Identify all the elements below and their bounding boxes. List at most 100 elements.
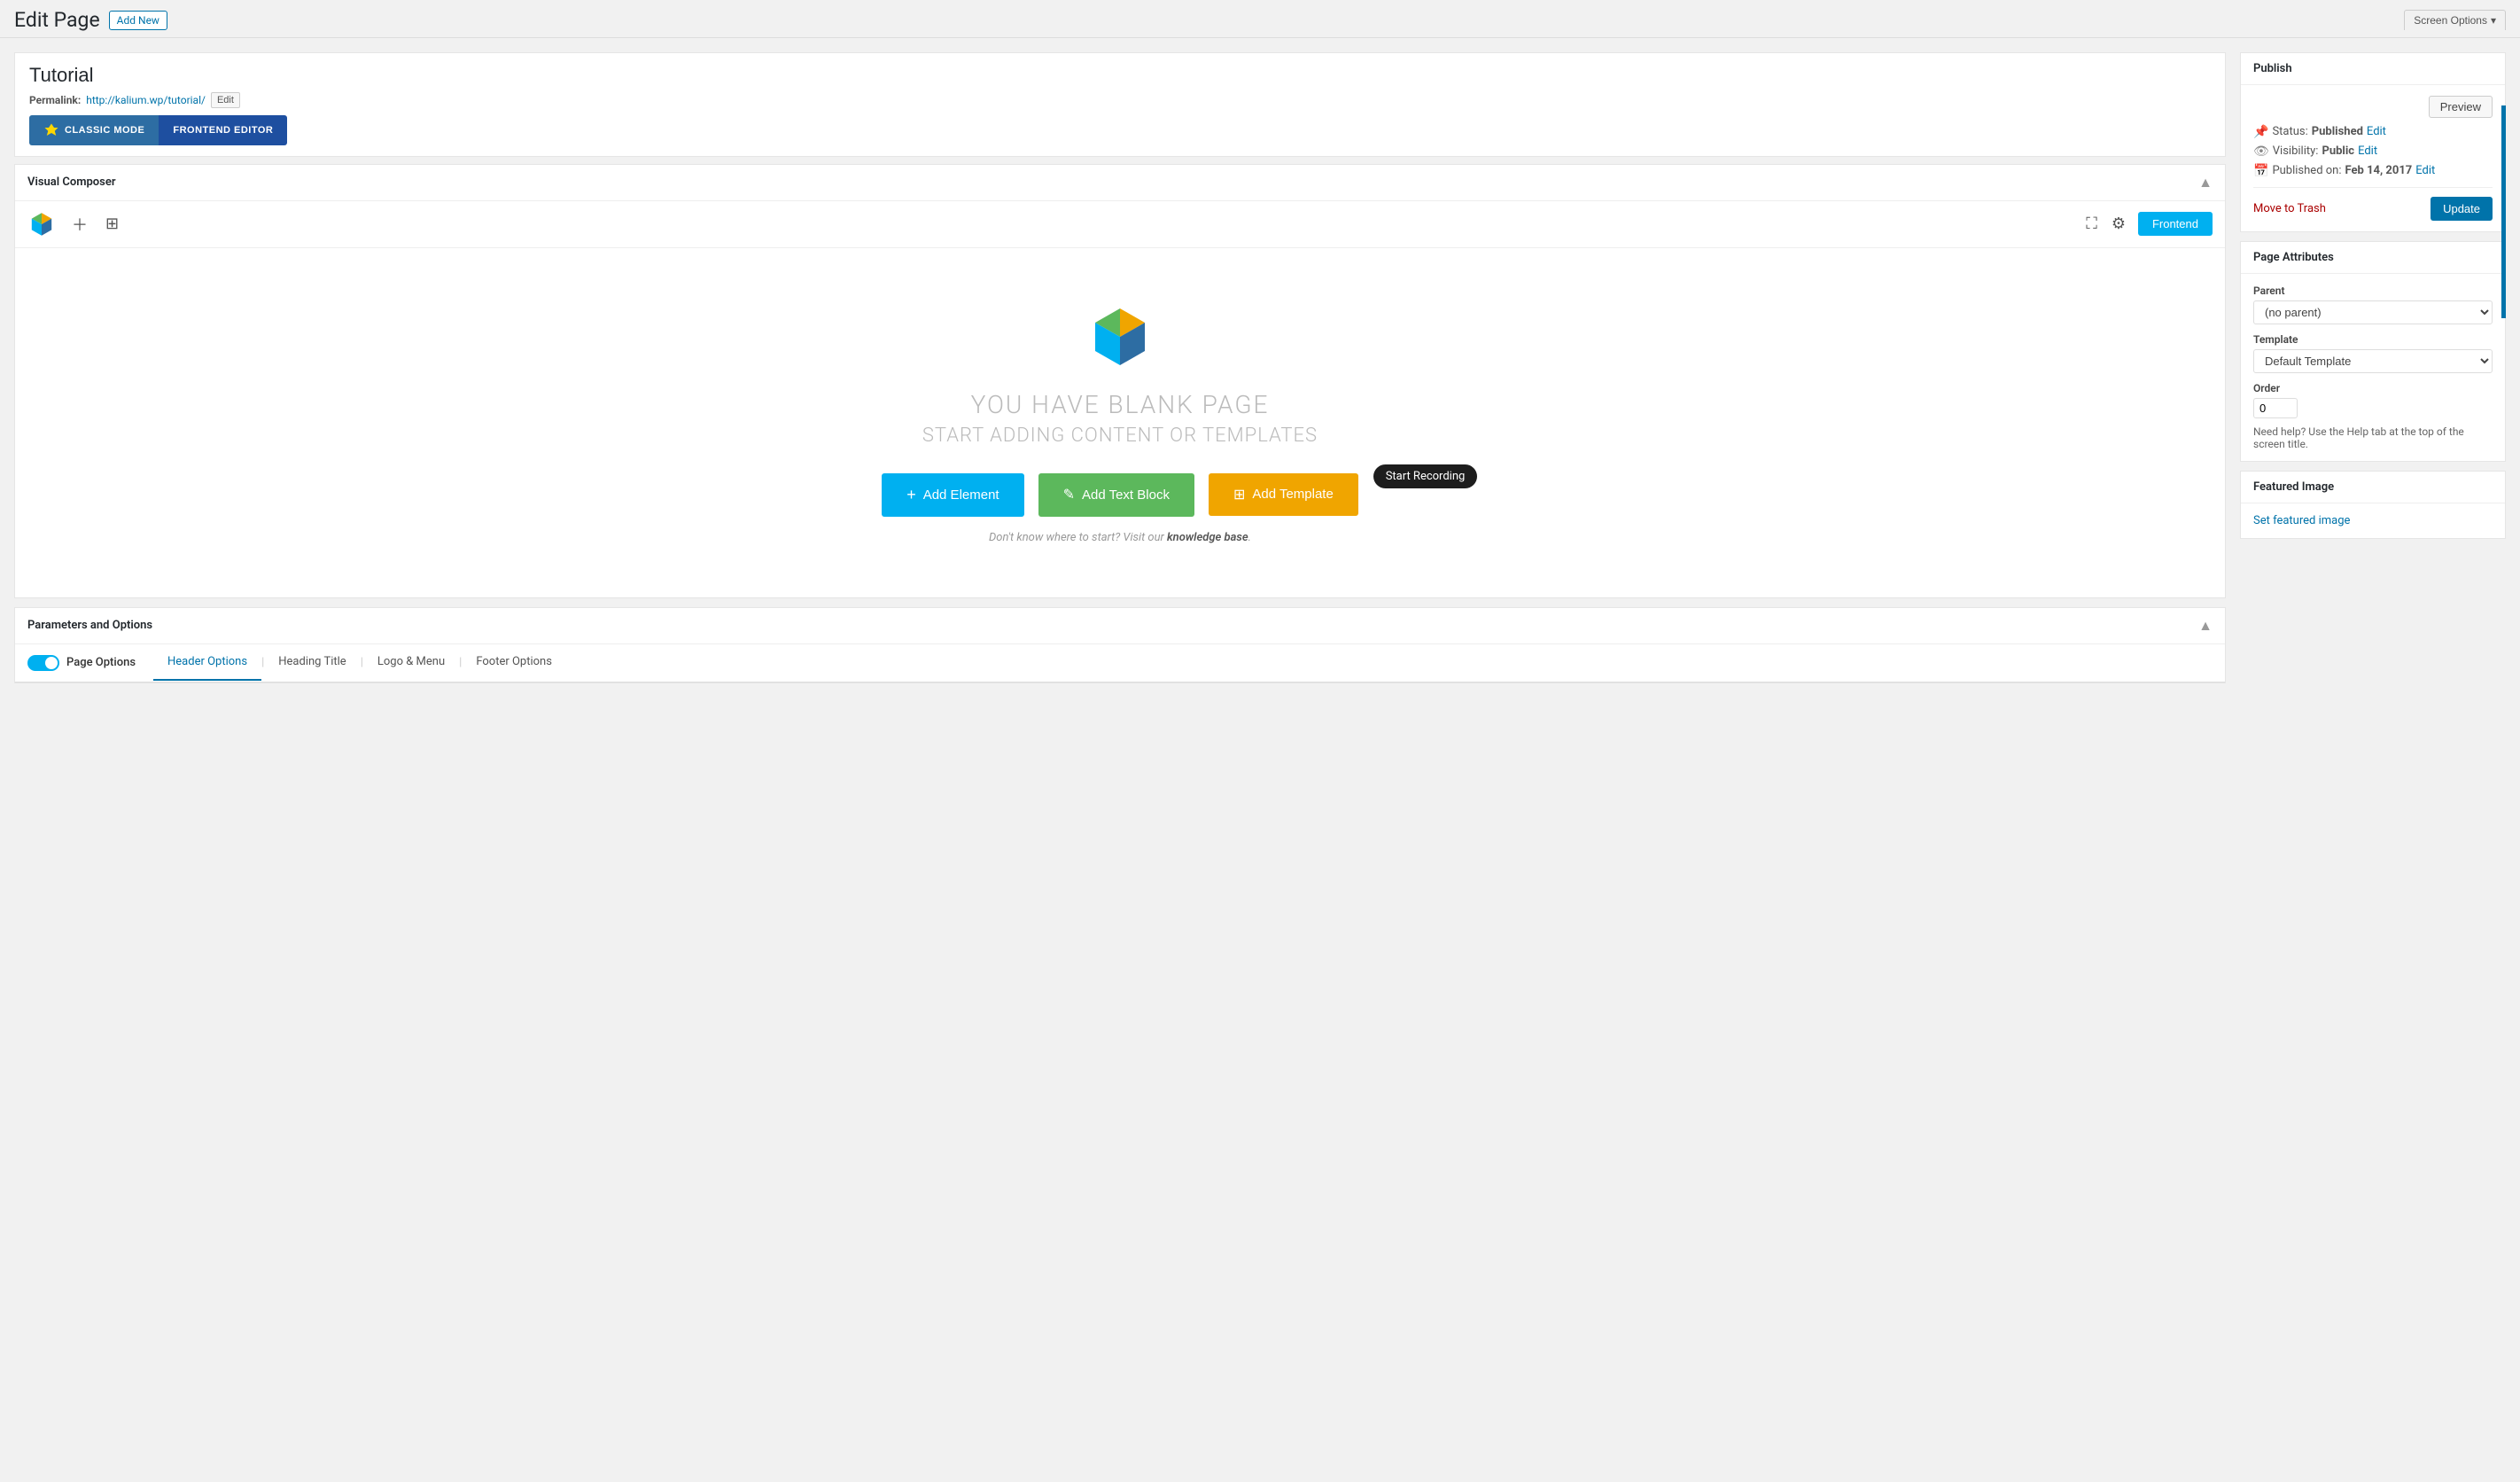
screen-options-label: Screen Options [2414, 14, 2487, 27]
update-button[interactable]: Update [2431, 197, 2493, 221]
sidebar-wrapper: Publish Preview 📌 Status: Published Edit [2240, 52, 2506, 539]
post-title-box: Permalink: http://kalium.wp/tutorial/ Ed… [14, 52, 2226, 157]
classic-mode-button[interactable]: CLASSIC MODE [29, 115, 159, 145]
order-label: Order [2253, 382, 2493, 394]
add-element-toolbar-button[interactable]: ＋ [70, 211, 89, 238]
publish-panel-header: Publish [2241, 53, 2505, 85]
featured-image-body: Set featured image [2241, 503, 2505, 538]
tab-footer-options[interactable]: Footer Options [462, 644, 566, 681]
add-text-icon: ✎ [1063, 486, 1075, 503]
vc-panel-header[interactable]: Visual Composer ▲ [15, 165, 2225, 201]
chevron-down-icon: ▾ [2491, 14, 2496, 27]
grid-view-button[interactable]: ⊞ [104, 213, 121, 235]
vc-cube-logo-icon [1085, 301, 1155, 372]
status-row: 📌 Status: Published Edit [2253, 125, 2493, 139]
knowledge-base-link[interactable]: knowledge base [1167, 531, 1248, 544]
toggle-thumb [45, 657, 58, 669]
page-attributes-body: Parent (no parent) Template Default Temp… [2241, 274, 2505, 461]
main-layout: Permalink: http://kalium.wp/tutorial/ Ed… [0, 38, 2520, 706]
preview-button[interactable]: Preview [2429, 96, 2493, 118]
help-text: Need help? Use the Help tab at the top o… [2253, 425, 2493, 450]
parent-label: Parent [2253, 285, 2493, 297]
published-label: Published on: [2272, 164, 2341, 177]
vc-empty-title: YOU HAVE BLANK PAGE [971, 390, 1270, 419]
tab-header-options[interactable]: Header Options [153, 644, 261, 681]
gear-icon: ⚙ [2112, 214, 2126, 232]
add-template-label: Add Template [1252, 487, 1333, 502]
published-date: Feb 14, 2017 [2345, 164, 2413, 177]
parameters-tabs: Page Options Header Options | Heading Ti… [15, 644, 2225, 682]
sidebar-blue-bar [2501, 105, 2506, 318]
page-options-toggle-row: Page Options [27, 644, 153, 682]
add-element-plus-icon: + [906, 486, 916, 504]
tab-logo-menu[interactable]: Logo & Menu [363, 644, 459, 681]
page-options-label: Page Options [66, 656, 136, 669]
fullscreen-icon: ⛶ [2086, 214, 2097, 232]
tab-heading-title[interactable]: Heading Title [264, 644, 360, 681]
add-text-label: Add Text Block [1082, 488, 1170, 503]
parameters-panel: Parameters and Options ▲ Page Options He… [14, 607, 2226, 683]
screen-options-button[interactable]: Screen Options ▾ [2404, 10, 2506, 30]
add-element-label: Add Element [923, 488, 999, 503]
tooltip-container: ⊞ Add Template Start Recording [1209, 473, 1358, 517]
fullscreen-button[interactable]: ⛶ [2084, 213, 2099, 235]
classic-mode-label: CLASSIC MODE [65, 125, 144, 136]
featured-image-panel: Featured Image Set featured image [2240, 471, 2506, 539]
vc-toolbar: ＋ ⊞ ⛶ ⚙ Frontend [15, 201, 2225, 248]
publish-btn-row: Move to Trash Update [2253, 187, 2493, 221]
permalink-row: Permalink: http://kalium.wp/tutorial/ Ed… [29, 92, 2211, 108]
template-select[interactable]: Default Template [2253, 349, 2493, 373]
order-input[interactable] [2253, 398, 2298, 418]
vc-toolbar-right: ⛶ ⚙ Frontend [2084, 212, 2213, 236]
add-element-button[interactable]: + Add Element [882, 473, 1023, 517]
featured-image-title: Featured Image [2253, 480, 2334, 494]
permalink-label: Permalink: [29, 94, 81, 106]
page-attributes-title: Page Attributes [2253, 251, 2334, 264]
mode-selector: CLASSIC MODE FRONTEND EDITOR [29, 115, 287, 145]
template-label: Template [2253, 333, 2493, 346]
help-text-after: . [1248, 531, 1251, 544]
status-icon: 📌 [2253, 125, 2268, 139]
vc-empty-subtitle: START ADDING CONTENT OR TEMPLATES [922, 425, 1318, 447]
post-title-input[interactable] [29, 64, 2211, 87]
visibility-value: Public [2322, 144, 2354, 158]
published-edit-link[interactable]: Edit [2415, 164, 2435, 177]
page-attributes-header: Page Attributes [2241, 242, 2505, 274]
status-label: Status: [2272, 125, 2307, 138]
page-title: Edit Page [14, 7, 100, 34]
add-new-button[interactable]: Add New [109, 11, 167, 30]
vc-action-buttons: + Add Element ✎ Add Text Block ⊞ Add Tem… [882, 473, 1358, 517]
params-collapse-icon: ▲ [2198, 617, 2213, 635]
add-template-button[interactable]: ⊞ Add Template [1209, 473, 1358, 516]
visibility-edit-link[interactable]: Edit [2358, 144, 2377, 158]
settings-button[interactable]: ⚙ [2110, 213, 2127, 235]
move-to-trash-link[interactable]: Move to Trash [2253, 202, 2326, 215]
publish-row: Preview [2253, 96, 2493, 118]
permalink-edit-button[interactable]: Edit [211, 92, 240, 108]
frontend-editor-label: FRONTEND EDITOR [173, 125, 273, 136]
frontend-editor-button[interactable]: FRONTEND EDITOR [159, 115, 287, 145]
classic-mode-icon [43, 122, 59, 138]
add-text-block-button[interactable]: ✎ Add Text Block [1038, 473, 1194, 517]
vc-panel-title: Visual Composer [27, 176, 116, 189]
plus-icon: ＋ [72, 216, 88, 234]
status-edit-link[interactable]: Edit [2367, 125, 2386, 138]
page-options-toggle[interactable] [27, 655, 59, 671]
parameters-title: Parameters and Options [27, 619, 152, 632]
top-bar-left: Edit Page Add New [14, 7, 167, 34]
collapse-icon: ▲ [2198, 174, 2213, 191]
vc-logo-icon [27, 210, 56, 238]
vc-toolbar-left: ＋ ⊞ [27, 210, 121, 238]
set-featured-image-link[interactable]: Set featured image [2253, 514, 2350, 527]
visibility-row: 👁 Visibility: Public Edit [2253, 144, 2493, 159]
top-bar: Edit Page Add New Screen Options ▾ [0, 0, 2520, 38]
published-row: 📅 Published on: Feb 14, 2017 Edit [2253, 164, 2493, 178]
permalink-url[interactable]: http://kalium.wp/tutorial/ [86, 94, 206, 106]
parameters-header[interactable]: Parameters and Options ▲ [15, 608, 2225, 644]
page-attributes-panel: Page Attributes Parent (no parent) Templ… [2240, 241, 2506, 462]
content-area: Permalink: http://kalium.wp/tutorial/ Ed… [14, 52, 2226, 692]
start-recording-tooltip: Start Recording [1373, 464, 1478, 488]
parent-select[interactable]: (no parent) [2253, 300, 2493, 324]
featured-image-header: Featured Image [2241, 472, 2505, 503]
frontend-button[interactable]: Frontend [2138, 212, 2213, 236]
